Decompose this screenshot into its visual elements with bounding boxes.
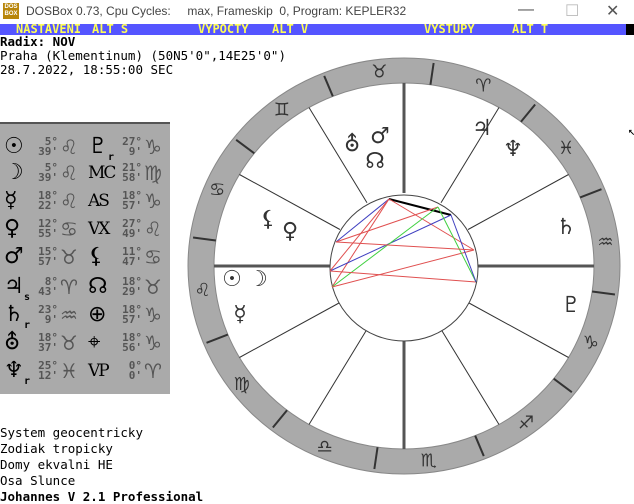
planet-glyph-icon: VX bbox=[88, 219, 110, 239]
zodiac-sign-icon: ♏ bbox=[421, 451, 437, 472]
wheel-planet-icon: ⛢ bbox=[344, 132, 360, 157]
wheel-planet-icon: ☿ bbox=[233, 302, 247, 327]
planet-table: ☉ 5° 39' ♌ ♇ r 27° 9' ♑ ☽ 5° 39' ♌ MC 21° 58' ♍ ☿ 18° 22' ♌ A… bbox=[0, 122, 170, 394]
wheel-planet-icon: ♂ bbox=[370, 124, 390, 149]
minute-value: 37' bbox=[38, 341, 58, 354]
motion-flag: r bbox=[24, 320, 31, 331]
sign-glyph-icon: ♑ bbox=[144, 189, 162, 213]
minute-value: 47' bbox=[122, 255, 142, 268]
zodiac-sign-icon: ♉ bbox=[371, 61, 387, 82]
minute-value: 22' bbox=[38, 199, 58, 212]
sign-glyph-icon: ♈ bbox=[60, 275, 78, 299]
planet-glyph-icon: ⛢ bbox=[4, 330, 21, 355]
planet-glyph-icon: ⚸ bbox=[88, 244, 105, 269]
minute-value: 57' bbox=[122, 199, 142, 212]
planet-glyph-icon: ⊕ bbox=[88, 302, 107, 327]
minute-value: 57' bbox=[122, 313, 142, 326]
wheel-planet-icon: ♇ bbox=[561, 293, 581, 318]
planet-glyph-icon: ♆ bbox=[4, 358, 24, 383]
planet-glyph-icon: ♀ bbox=[4, 216, 21, 241]
sign-glyph-icon: ♒ bbox=[60, 303, 78, 327]
planet-glyph-icon: ♃ bbox=[4, 274, 24, 299]
sign-glyph-icon: ♌ bbox=[144, 217, 162, 241]
zodiac-sign-icon: ♓ bbox=[558, 138, 574, 159]
minute-value: 0' bbox=[128, 369, 142, 382]
wheel-planet-icon: ♆ bbox=[503, 137, 523, 162]
sign-glyph-icon: ♋ bbox=[60, 217, 78, 241]
wheel-planet-icon: ☽ bbox=[248, 267, 268, 292]
minute-value: 39' bbox=[38, 171, 58, 184]
footer-line: Osa Slunce bbox=[0, 473, 76, 488]
minute-value: 57' bbox=[38, 255, 58, 268]
sign-glyph-icon: ♌ bbox=[60, 161, 78, 185]
planet-glyph-icon: ☉ bbox=[4, 134, 24, 159]
planet-glyph-icon: ☿ bbox=[4, 188, 18, 213]
minute-value: 12' bbox=[38, 369, 58, 382]
zodiac-sign-icon: ♋ bbox=[209, 179, 225, 200]
wheel-planet-icon: ☉ bbox=[222, 267, 242, 292]
minute-value: 9' bbox=[128, 145, 142, 158]
zodiac-sign-icon: ♌ bbox=[194, 280, 210, 301]
sign-glyph-icon: ♉ bbox=[144, 275, 162, 299]
wheel-planet-icon: ♀ bbox=[282, 219, 298, 244]
sign-glyph-icon: ♑ bbox=[144, 303, 162, 327]
planet-glyph-icon: ♂ bbox=[4, 244, 24, 269]
planet-glyph-icon: MC bbox=[88, 163, 116, 183]
sign-glyph-icon: ♑ bbox=[144, 331, 162, 355]
planet-glyph-icon: ⌖ bbox=[88, 330, 101, 355]
zodiac-sign-icon: ♈ bbox=[475, 76, 491, 97]
sign-glyph-icon: ♉ bbox=[60, 331, 78, 355]
footer-line: Johannes V 2.1 Professional bbox=[0, 489, 204, 504]
sign-glyph-icon: ♈ bbox=[144, 359, 162, 383]
planet-glyph-icon: ☽ bbox=[4, 160, 24, 185]
sign-glyph-icon: ♑ bbox=[144, 135, 162, 159]
sign-glyph-icon: ♌ bbox=[60, 135, 78, 159]
minute-value: 56' bbox=[122, 341, 142, 354]
footer-line: Zodiak tropicky bbox=[0, 441, 113, 456]
wheel-planet-icon: ⚸ bbox=[260, 207, 276, 232]
sign-glyph-icon: ♋ bbox=[144, 245, 162, 269]
zodiac-sign-icon: ♑ bbox=[583, 333, 599, 354]
planet-glyph-icon: ♇ bbox=[88, 134, 108, 159]
minute-value: 29' bbox=[122, 285, 142, 298]
planet-glyph-icon: AS bbox=[88, 191, 110, 211]
footer-line: System geocentricky bbox=[0, 425, 143, 440]
footer-line: Domy ekvalni HE bbox=[0, 457, 113, 472]
wheel-planet-icon: ♄ bbox=[556, 215, 576, 240]
sign-glyph-icon: ♌ bbox=[60, 189, 78, 213]
motion-flag: r bbox=[24, 376, 31, 387]
minute-value: 58' bbox=[122, 171, 142, 184]
motion-flag: s bbox=[24, 292, 31, 303]
planet-glyph-icon: ♄ bbox=[4, 302, 24, 327]
sign-glyph-icon: ♉ bbox=[60, 245, 78, 269]
sign-glyph-icon: ♍ bbox=[144, 161, 162, 185]
minute-value: 49' bbox=[122, 227, 142, 240]
zodiac-sign-icon: ♐ bbox=[518, 413, 534, 434]
planet-glyph-icon: VP bbox=[88, 361, 110, 381]
zodiac-sign-icon: ♒ bbox=[597, 232, 613, 253]
minute-value: 9' bbox=[44, 313, 58, 326]
mouse-cursor-icon: ↖ bbox=[628, 124, 634, 138]
sign-glyph-icon: ♓ bbox=[60, 359, 78, 383]
planet-glyph-icon: ☊ bbox=[88, 274, 108, 299]
zodiac-sign-icon: ♍ bbox=[234, 374, 250, 395]
zodiac-sign-icon: ♎ bbox=[317, 436, 333, 457]
minute-value: 43' bbox=[38, 285, 58, 298]
wheel-planet-icon: ☊ bbox=[365, 149, 385, 174]
minute-value: 55' bbox=[38, 227, 58, 240]
minute-value: 39' bbox=[38, 145, 58, 158]
zodiac-sign-icon: ♊ bbox=[274, 99, 290, 120]
wheel-planet-icon: ♃ bbox=[472, 116, 492, 141]
